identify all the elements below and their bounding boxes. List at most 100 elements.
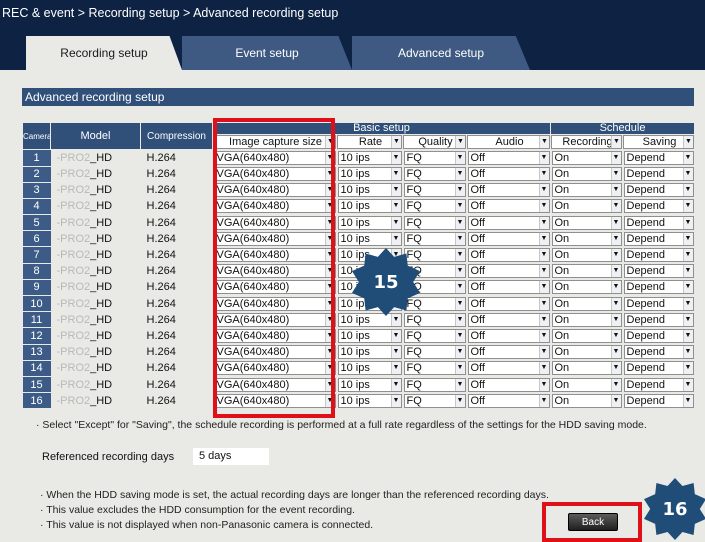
audio-select[interactable]: Off ▼	[467, 328, 550, 343]
recording-value: On	[554, 200, 570, 213]
recording-select[interactable]: On ▼	[551, 280, 622, 295]
recording-select[interactable]: On ▼	[551, 183, 622, 198]
saving-select[interactable]: Depend ▼	[623, 215, 694, 230]
rate-select[interactable]: 10 ips ▼	[337, 199, 402, 214]
quality-select[interactable]: FQ ▼	[403, 183, 466, 198]
quality-select[interactable]: FQ ▼	[403, 248, 466, 263]
saving-select[interactable]: Depend ▼	[623, 312, 694, 327]
saving-select[interactable]: Depend ▼	[623, 151, 694, 165]
recording-select[interactable]: On ▼	[551, 231, 622, 246]
audio-select[interactable]: Off ▼	[467, 248, 550, 263]
saving-select[interactable]: Depend ▼	[623, 296, 694, 311]
saving-value: Depend	[626, 216, 666, 229]
audio-select[interactable]: Off ▼	[467, 167, 550, 182]
quality-select[interactable]: FQ ▼	[403, 328, 466, 343]
rate-select[interactable]: 10 ips ▼	[337, 328, 402, 343]
quality-select[interactable]: FQ ▼	[403, 231, 466, 246]
rate-select[interactable]: 10 ips ▼	[337, 312, 402, 327]
audio-select[interactable]: Off ▼	[467, 393, 550, 408]
camera-number: 9	[22, 279, 51, 297]
quality-select[interactable]: FQ ▼	[403, 361, 466, 376]
compression-cell: H.264	[146, 152, 176, 164]
quality-select[interactable]: FQ ▼	[403, 377, 466, 392]
recording-select[interactable]: On ▼	[551, 151, 622, 165]
rate-select[interactable]: 10 ips ▼	[337, 231, 402, 246]
saving-select[interactable]: Depend ▼	[623, 183, 694, 198]
rate-header-select[interactable]: Rate ▼	[336, 134, 403, 150]
quality-select[interactable]: FQ ▼	[403, 215, 466, 230]
tab-advanced-setup[interactable]: Advanced setup	[352, 36, 530, 70]
recording-select[interactable]: On ▼	[551, 312, 622, 327]
audio-select[interactable]: Off ▼	[467, 312, 550, 327]
quality-select[interactable]: FQ ▼	[403, 151, 466, 165]
recording-select[interactable]: On ▼	[551, 167, 622, 182]
rate-select[interactable]: 10 ips ▼	[337, 345, 402, 360]
rate-cell: 10 ips ▼	[337, 166, 403, 182]
saving-select[interactable]: Depend ▼	[623, 345, 694, 360]
recording-select[interactable]: On ▼	[551, 296, 622, 311]
quality-select[interactable]: FQ ▼	[403, 393, 466, 408]
quality-select[interactable]: FQ ▼	[403, 199, 466, 214]
rate-select[interactable]: 10 ips ▼	[337, 167, 402, 182]
recording-select[interactable]: On ▼	[551, 215, 622, 230]
saving-select[interactable]: Depend ▼	[623, 167, 694, 182]
saving-cell: Depend ▼	[623, 263, 695, 279]
audio-select[interactable]: Off ▼	[467, 280, 550, 295]
rate-select[interactable]: 10 ips ▼	[337, 215, 402, 230]
saving-select[interactable]: Depend ▼	[623, 393, 694, 408]
saving-select[interactable]: Depend ▼	[623, 377, 694, 392]
audio-select[interactable]: Off ▼	[467, 296, 550, 311]
recording-select[interactable]: On ▼	[551, 248, 622, 263]
compression-cell: H.264	[146, 200, 176, 213]
saving-select[interactable]: Depend ▼	[623, 361, 694, 376]
chevron-down-icon: ▼	[390, 216, 401, 229]
recording-value: On	[554, 232, 570, 245]
recording-select[interactable]: On ▼	[551, 264, 622, 279]
saving-select[interactable]: Depend ▼	[623, 328, 694, 343]
quality-select[interactable]: FQ ▼	[403, 345, 466, 360]
recording-header-select[interactable]: Recording ▼	[550, 134, 623, 150]
rate-select[interactable]: 10 ips ▼	[337, 361, 402, 376]
audio-select[interactable]: Off ▼	[467, 264, 550, 279]
saving-select[interactable]: Depend ▼	[623, 264, 694, 279]
recording-cell: On ▼	[551, 198, 623, 214]
saving-header-select[interactable]: Saving ▼	[622, 134, 695, 150]
saving-select[interactable]: Depend ▼	[623, 231, 694, 246]
tab-recording-setup[interactable]: Recording setup	[26, 36, 182, 70]
audio-select[interactable]: Off ▼	[467, 183, 550, 198]
quality-select[interactable]: FQ ▼	[403, 312, 466, 327]
quality-header-select[interactable]: Quality ▼	[402, 134, 467, 150]
rate-value: 10 ips	[340, 200, 370, 213]
audio-select[interactable]: Off ▼	[467, 377, 550, 392]
recording-select[interactable]: On ▼	[551, 345, 622, 360]
recording-select[interactable]: On ▼	[551, 199, 622, 214]
audio-select[interactable]: Off ▼	[467, 151, 550, 165]
audio-select[interactable]: Off ▼	[467, 345, 550, 360]
col-camera: Camera	[22, 122, 51, 150]
audio-header-select[interactable]: Audio ▼	[466, 134, 551, 150]
quality-cell: FQ ▼	[403, 344, 467, 360]
quality-select[interactable]: FQ ▼	[403, 167, 466, 182]
model-prefix: -PRO2	[56, 152, 91, 164]
recording-select[interactable]: On ▼	[551, 361, 622, 376]
rate-select[interactable]: 10 ips ▼	[337, 377, 402, 392]
tab-event-setup[interactable]: Event setup	[182, 36, 352, 70]
rate-select[interactable]: 10 ips ▼	[337, 393, 402, 408]
audio-select[interactable]: Off ▼	[467, 199, 550, 214]
rate-select[interactable]: 10 ips ▼	[337, 151, 402, 165]
referenced-days-value: 5 days	[193, 448, 269, 465]
model-prefix: -PRO2	[56, 216, 91, 229]
audio-select[interactable]: Off ▼	[467, 215, 550, 230]
saving-select[interactable]: Depend ▼	[623, 199, 694, 214]
recording-select[interactable]: On ▼	[551, 393, 622, 408]
recording-cell: On ▼	[551, 279, 623, 295]
audio-select[interactable]: Off ▼	[467, 361, 550, 376]
saving-select[interactable]: Depend ▼	[623, 248, 694, 263]
audio-select[interactable]: Off ▼	[467, 231, 550, 246]
saving-select[interactable]: Depend ▼	[623, 280, 694, 295]
recording-select[interactable]: On ▼	[551, 328, 622, 343]
recording-select[interactable]: On ▼	[551, 377, 622, 392]
rate-select[interactable]: 10 ips ▼	[337, 183, 402, 198]
quality-select[interactable]: FQ ▼	[403, 296, 466, 311]
model-prefix: -PRO2	[56, 378, 91, 391]
